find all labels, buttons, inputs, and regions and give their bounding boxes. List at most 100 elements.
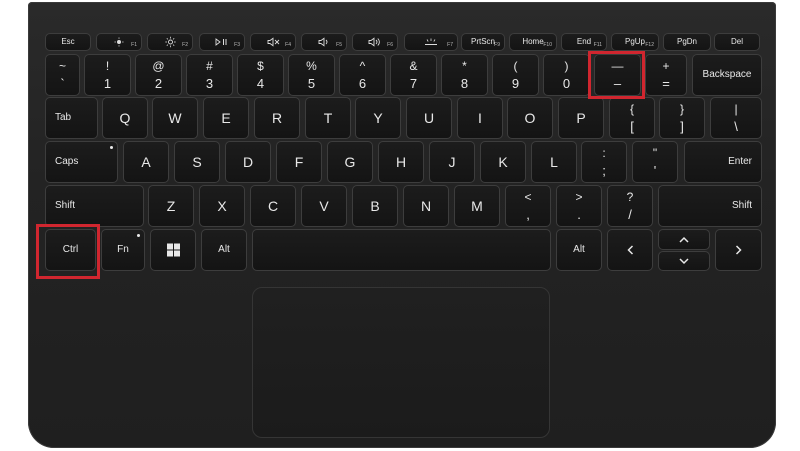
slash-key[interactable]: ? / [607,185,653,227]
key-5[interactable]: % 5 [288,54,335,96]
key-7[interactable]: & 7 [390,54,437,96]
key-f[interactable]: F [276,141,322,183]
key-d[interactable]: D [225,141,271,183]
minus-top-label: — [611,59,624,73]
left-shift-label: Shift [55,200,76,211]
caps-key[interactable]: Caps [45,141,118,183]
key-l[interactable]: L [531,141,577,183]
quote-key[interactable]: " ' [632,141,678,183]
key-u-label: U [423,110,435,126]
right-alt-label: Alt [573,244,585,255]
quote-bottom-label: ' [653,163,657,178]
right-shift-key[interactable]: Shift [658,185,762,227]
key-w[interactable]: W [152,97,198,139]
space-key[interactable] [252,229,551,271]
enter-key[interactable]: Enter [684,141,762,183]
key-5-top-label: % [306,59,317,73]
key-7-top-label: & [409,59,418,73]
tab-key[interactable]: Tab [45,97,98,139]
esc-key[interactable]: Esc [45,33,91,51]
key-y-label: Y [373,110,383,126]
pgup-key[interactable]: PgUp F12 [611,33,659,51]
key-k-label: K [498,154,508,170]
key-8-bottom-label: 8 [460,76,469,91]
left-shift-key[interactable]: Shift [45,185,144,227]
end-key[interactable]: End F11 [561,33,607,51]
right-alt-key[interactable]: Alt [556,229,602,271]
period-key[interactable]: > . [556,185,602,227]
key-f-label: F [294,154,304,170]
prtscn-key[interactable]: PrtScn F9 [461,33,505,51]
f4-mute-key[interactable]: F4 [250,33,296,51]
key-i[interactable]: I [457,97,503,139]
key-4[interactable]: $ 4 [237,54,284,96]
key-y[interactable]: Y [355,97,401,139]
key-j[interactable]: J [429,141,475,183]
key-6[interactable]: ^ 6 [339,54,386,96]
backslash-key[interactable]: | \ [710,97,762,139]
key-v[interactable]: V [301,185,347,227]
grave-key[interactable]: ~ ` [45,54,80,96]
f1-brightness-down-key[interactable]: F1 [96,33,142,51]
key-9-bottom-label: 9 [511,76,520,91]
key-r[interactable]: R [254,97,300,139]
comma-key[interactable]: < , [505,185,551,227]
slash-top-label: ? [626,190,634,204]
left-bracket-key[interactable]: { [ [609,97,655,139]
key-z[interactable]: Z [148,185,194,227]
key-2-top-label: @ [152,59,165,73]
left-alt-key[interactable]: Alt [201,229,247,271]
key-b[interactable]: B [352,185,398,227]
pgdn-key[interactable]: PgDn [663,33,711,51]
touchpad[interactable] [252,287,550,438]
key-p[interactable]: P [558,97,604,139]
key-8[interactable]: * 8 [441,54,488,96]
f6-volume-up-key[interactable]: F6 [352,33,398,51]
windows-key[interactable] [150,229,196,271]
key-m[interactable]: M [454,185,500,227]
arrow-left-key[interactable] [607,229,653,271]
right-bracket-key[interactable]: } ] [659,97,705,139]
ctrl-key[interactable]: Ctrl [45,229,96,271]
fn-key[interactable]: Fn [101,229,145,271]
key-4-bottom-label: 4 [256,76,265,91]
arrow-down-key[interactable] [658,251,710,271]
arrow-up-key[interactable] [658,229,710,250]
key-2[interactable]: @ 2 [135,54,182,96]
key-9[interactable]: ( 9 [492,54,539,96]
key-3[interactable]: # 3 [186,54,233,96]
backslash-bottom-label: \ [734,119,738,134]
key-u[interactable]: U [406,97,452,139]
minus-key[interactable]: — – [594,54,641,96]
right-bracket-bottom-label: ] [680,119,684,134]
arrow-right-key[interactable] [715,229,762,271]
key-1[interactable]: ! 1 [84,54,131,96]
key-c[interactable]: C [250,185,296,227]
home-key[interactable]: Home F10 [509,33,557,51]
minus-bottom-label: – [613,76,622,91]
key-q[interactable]: Q [102,97,148,139]
f3-play-pause-key[interactable]: F3 [199,33,245,51]
key-x[interactable]: X [199,185,245,227]
key-n[interactable]: N [403,185,449,227]
del-key[interactable]: Del [714,33,760,51]
semicolon-key[interactable]: : ; [581,141,627,183]
key-1-top-label: ! [105,59,110,73]
f7-keyboard-backlight-key[interactable]: F7 [404,33,458,51]
key-e[interactable]: E [203,97,249,139]
key-k[interactable]: K [480,141,526,183]
key-a[interactable]: A [123,141,169,183]
backspace-key[interactable]: Backspace [692,54,762,96]
esc-label: Esc [61,37,75,46]
f2-brightness-up-key[interactable]: F2 [147,33,193,51]
key-0[interactable]: ) 0 [543,54,590,96]
key-o[interactable]: O [507,97,553,139]
key-s[interactable]: S [174,141,220,183]
key-h[interactable]: H [378,141,424,183]
key-t[interactable]: T [305,97,351,139]
key-g[interactable]: G [327,141,373,183]
fn-label: Fn [117,244,129,255]
f5-volume-down-key[interactable]: F5 [301,33,347,51]
equals-key[interactable]: + = [645,54,687,96]
key-3-bottom-label: 3 [205,76,214,91]
